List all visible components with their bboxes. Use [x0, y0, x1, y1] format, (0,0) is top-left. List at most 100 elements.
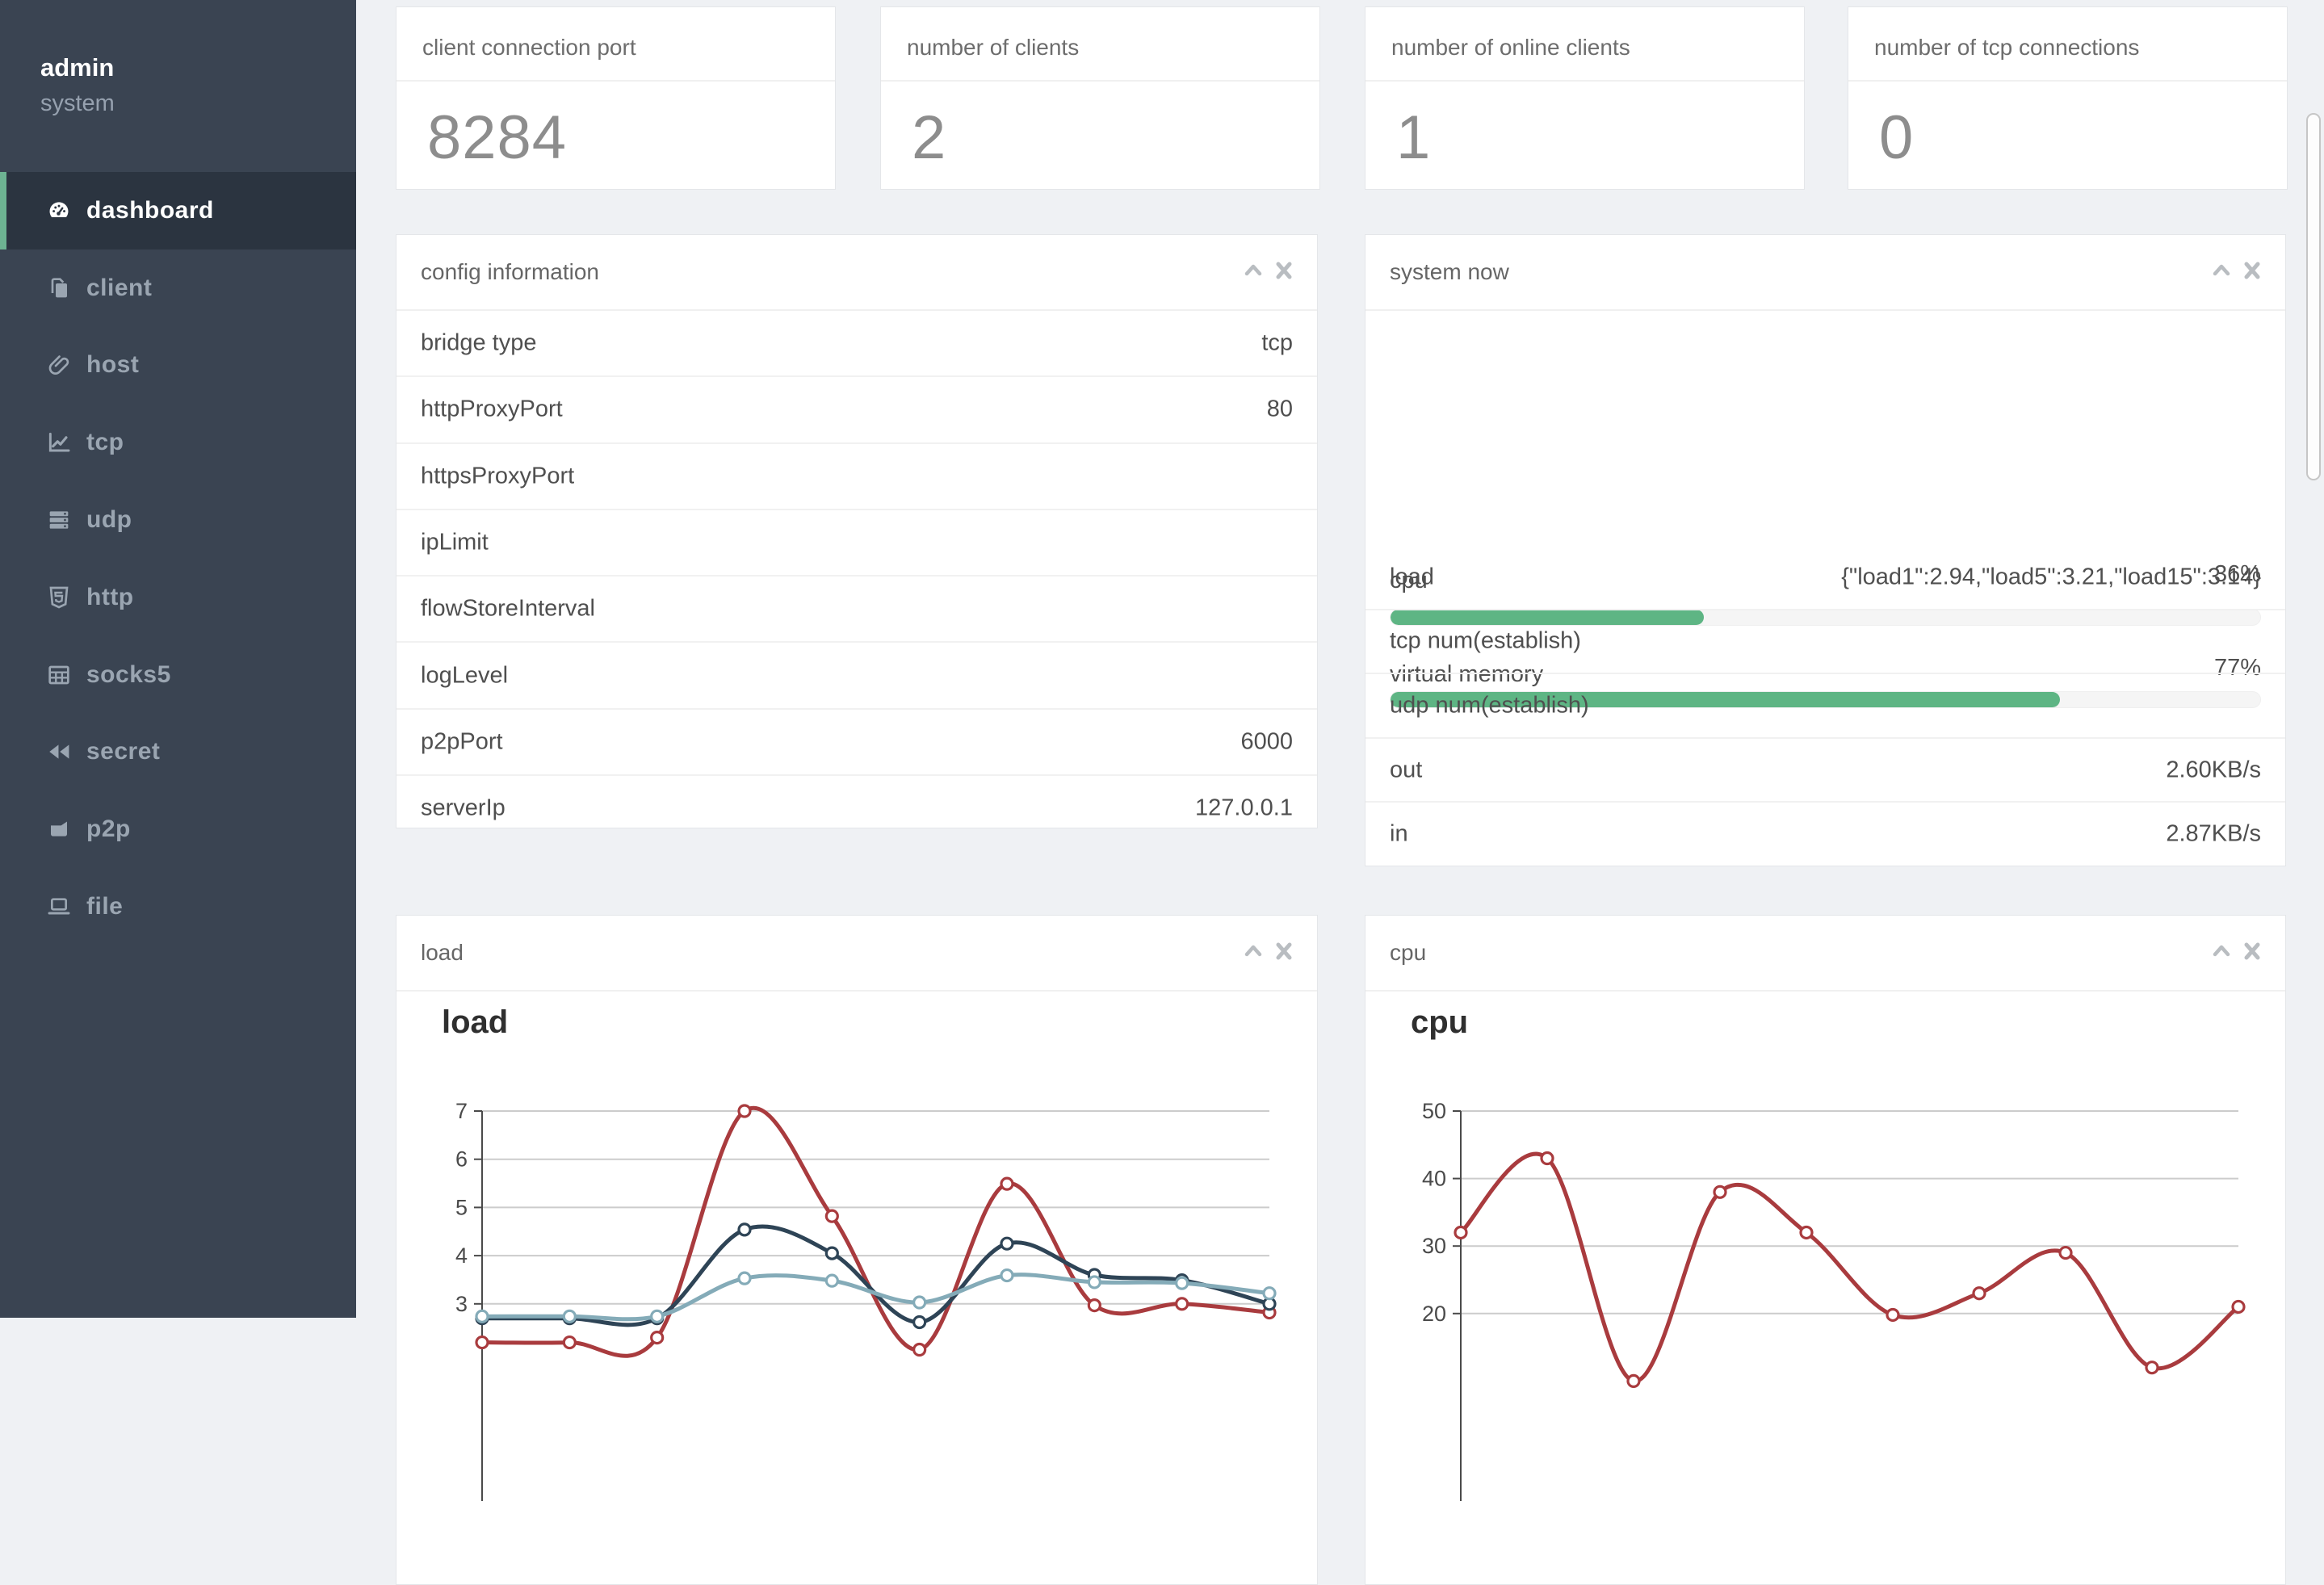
config-row-label: ipLimit	[421, 529, 489, 556]
series-load1-point	[912, 1342, 927, 1357]
series-cpu-point	[1713, 1185, 1727, 1199]
y-tick-label: 40	[1422, 1167, 1446, 1191]
sidebar-item-tcp[interactable]: tcp	[0, 404, 356, 481]
stat-card-label: client connection port	[422, 35, 636, 60]
series-load1-point	[1087, 1298, 1101, 1313]
series-cpu-point	[1540, 1151, 1554, 1166]
stat-card-1: client connection port 8284	[396, 6, 836, 190]
system-row: out 2.60KB/s	[1365, 739, 2285, 803]
config-row: flowStoreInterval	[396, 577, 1317, 644]
series-load15-point	[1000, 1268, 1014, 1283]
series-cpu-point	[1799, 1225, 1814, 1240]
series-load15-point	[650, 1309, 665, 1323]
close-icon[interactable]	[2242, 260, 2266, 284]
stat-card-2: number of clients 2	[880, 6, 1320, 190]
sidebar-item-file[interactable]: file	[0, 868, 356, 946]
close-icon[interactable]	[1273, 260, 1298, 284]
stat-card-label: number of online clients	[1391, 35, 1630, 60]
series-load1-point	[650, 1330, 665, 1345]
system-row-label: in	[1390, 820, 1408, 847]
system-row: tcp num(establish)	[1365, 610, 2285, 675]
config-row-value: 127.0.0.1	[1195, 795, 1293, 821]
sidebar-item-udp[interactable]: udp	[0, 481, 356, 559]
sidebar-item-socks5[interactable]: socks5	[0, 636, 356, 714]
y-tick-label: 6	[455, 1147, 468, 1172]
series-cpu-point	[1454, 1225, 1468, 1240]
config-row-label: flowStoreInterval	[421, 595, 595, 622]
system-row-label: udp num(establish)	[1390, 692, 1589, 719]
close-icon[interactable]	[1273, 941, 1298, 965]
sidebar-item-p2p[interactable]: p2p	[0, 790, 356, 868]
collapse-icon[interactable]	[2211, 260, 2235, 284]
cpu-chart-panel: cpu cpu 50 40 30 20	[1365, 915, 2286, 1585]
series-load5-point	[912, 1315, 927, 1330]
collapse-icon[interactable]	[2211, 941, 2235, 965]
html5-icon	[44, 583, 73, 612]
config-row: httpProxyPort 80	[396, 377, 1317, 444]
stat-card-4: number of tcp connections 0	[1848, 6, 2288, 190]
y-tick-label: 5	[455, 1195, 468, 1219]
load-chart-title: load	[442, 1004, 509, 1040]
stat-card-label: number of clients	[907, 35, 1080, 60]
system-row-label: tcp num(establish)	[1390, 627, 1581, 654]
system-row-label: load	[1390, 564, 1434, 590]
stat-card-value: 1	[1396, 103, 1432, 172]
panel-header: system now	[1365, 235, 2285, 311]
sidebar-item-label: udp	[86, 506, 132, 534]
config-row-value: tcp	[1261, 329, 1293, 356]
series-load5-point	[737, 1222, 752, 1237]
config-row: p2pPort 6000	[396, 710, 1317, 777]
y-tick-label: 30	[1422, 1234, 1446, 1258]
panel-title: config information	[421, 259, 600, 284]
sidebar-username: admin	[40, 53, 115, 82]
divider	[881, 80, 1319, 82]
panel-header: config information	[396, 235, 1317, 311]
config-row-label: bridge type	[421, 329, 537, 356]
config-row-label: httpProxyPort	[421, 396, 563, 422]
backward-icon	[44, 737, 73, 766]
config-row: serverIp 127.0.0.1	[396, 776, 1317, 841]
y-tick-label: 20	[1422, 1302, 1446, 1326]
series-load1-point	[562, 1335, 577, 1350]
collapse-icon[interactable]	[1243, 260, 1267, 284]
stat-card-value: 0	[1879, 103, 1915, 172]
table-icon	[44, 660, 73, 690]
server-icon	[44, 505, 73, 535]
series-cpu-point	[2058, 1245, 2073, 1260]
close-icon[interactable]	[2242, 941, 2266, 965]
system-rows: load {"load1":2.94,"load5":3.21,"load15":…	[1365, 546, 2285, 866]
sidebar-item-label: client	[86, 274, 153, 301]
scrollbar-thumb[interactable]	[2306, 113, 2321, 480]
y-tick-label: 50	[1422, 1099, 1446, 1123]
sidebar-item-label: p2p	[86, 816, 131, 843]
sidebar-item-secret[interactable]: secret	[0, 714, 356, 791]
config-row-label: logLevel	[421, 662, 509, 689]
panel-title: system now	[1390, 259, 1509, 284]
series-load1-point	[1175, 1297, 1189, 1311]
panel-title: cpu	[1390, 940, 1427, 965]
y-tick-label: 3	[455, 1292, 468, 1316]
sidebar-item-http[interactable]: http	[0, 559, 356, 636]
series-load15-point	[824, 1273, 839, 1288]
sidebar-item-label: file	[86, 893, 124, 920]
system-row: udp num(establish)	[1365, 674, 2285, 739]
system-row-value: 2.60KB/s	[2166, 757, 2261, 783]
cpu-chart: 50 40 30 20	[1422, 1099, 2246, 1501]
config-information-panel: config information bridge type tcp httpPro…	[396, 234, 1318, 828]
sidebar-item-host[interactable]: host	[0, 327, 356, 405]
panel-header: cpu	[1365, 916, 2285, 992]
collapse-icon[interactable]	[1243, 941, 1267, 965]
sidebar-item-dashboard[interactable]: dashboard	[0, 172, 356, 249]
config-row-value: 80	[1266, 396, 1293, 422]
sidebar-item-label: dashboard	[86, 196, 214, 224]
sidebar-item-client[interactable]: client	[0, 249, 356, 327]
series-cpu-point	[1886, 1307, 1900, 1323]
series-load15-point	[1087, 1275, 1101, 1289]
copy-icon	[44, 274, 73, 303]
sidebar-item-label: secret	[86, 738, 161, 765]
system-row: in 2.87KB/s	[1365, 803, 2285, 866]
series-load15-point	[475, 1309, 489, 1323]
config-row-label: serverIp	[421, 795, 505, 821]
y-tick-label: 7	[455, 1099, 468, 1123]
load-chart-panel: load load 7 6 5 4 3	[396, 915, 1318, 1585]
